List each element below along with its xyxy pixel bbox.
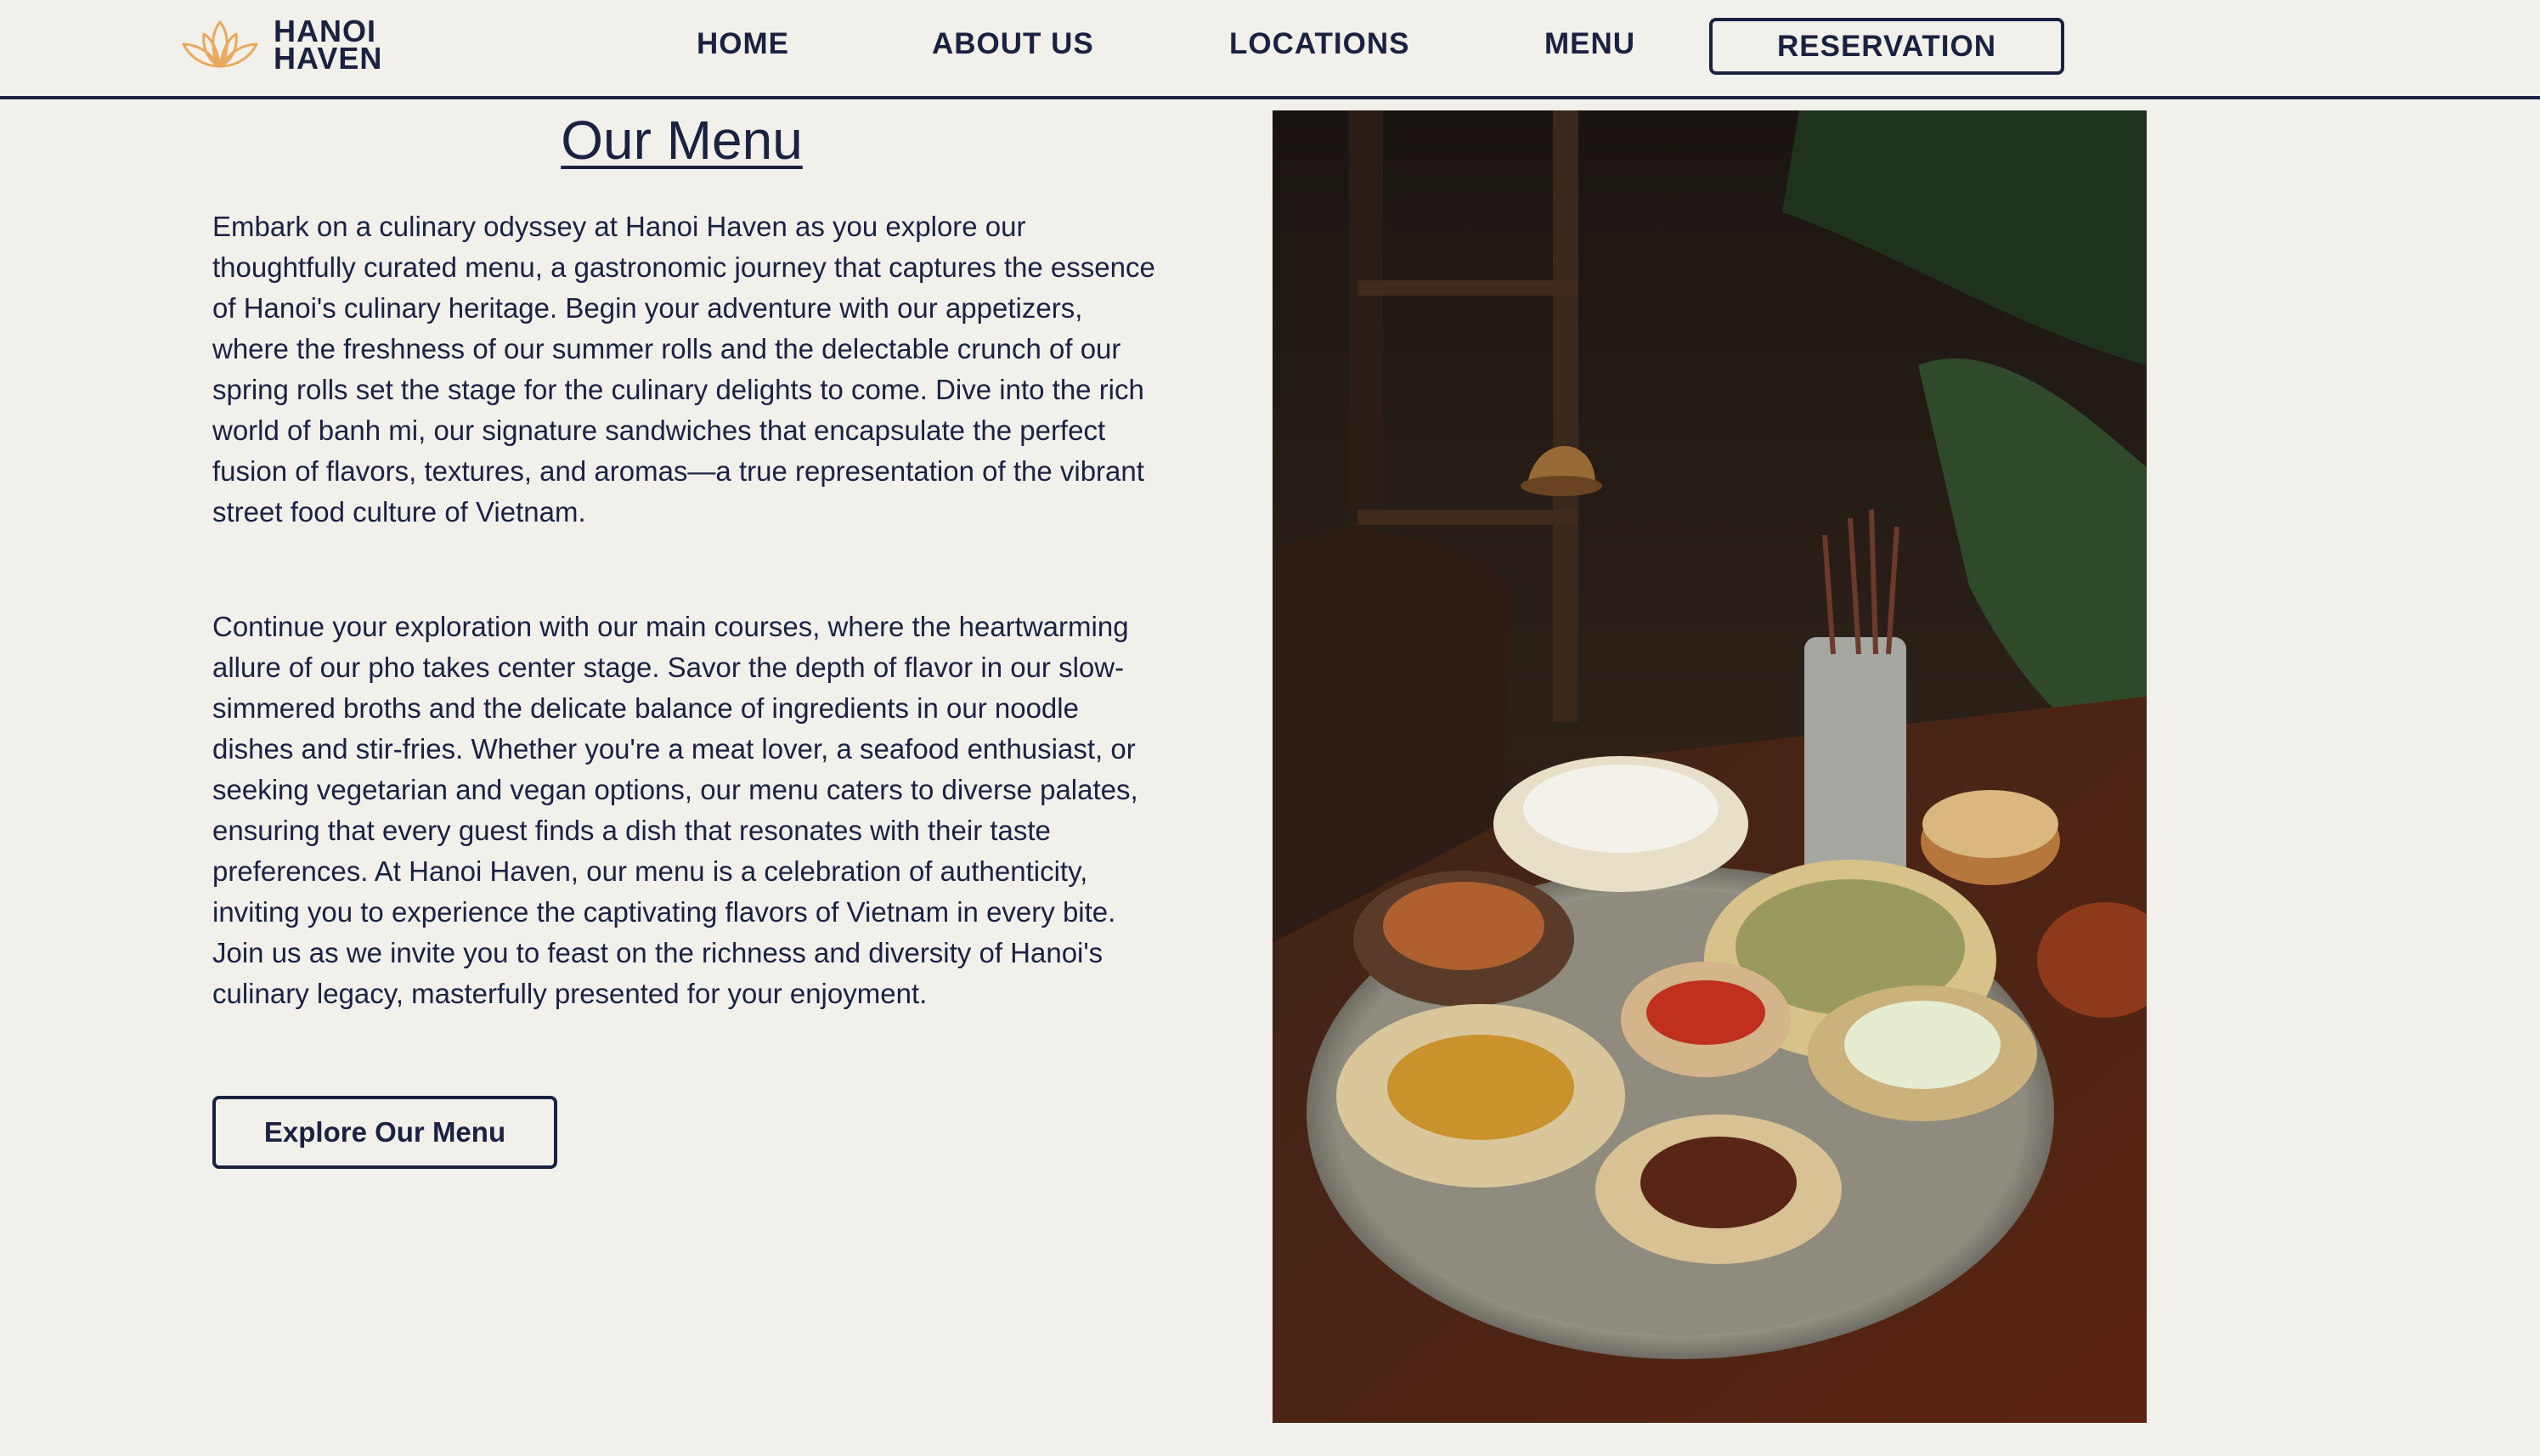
menu-intro-paragraph: Embark on a culinary odyssey at Hanoi Ha… (212, 211, 1155, 528)
menu-details-paragraph: Continue your exploration with our main … (212, 611, 1138, 1009)
nav-about-us[interactable]: ABOUT US (932, 27, 1094, 61)
reservation-button[interactable]: RESERVATION (1709, 18, 2064, 75)
nav-menu[interactable]: MENU (1544, 27, 1635, 61)
brand-name-line2: HAVEN (274, 41, 383, 76)
brand-logo[interactable]: HANOI HAVEN (178, 16, 383, 76)
lotus-icon (182, 20, 258, 68)
page-title: Our Menu (561, 110, 803, 171)
menu-feature-photo (1273, 110, 2147, 1423)
explore-menu-button[interactable]: Explore Our Menu (212, 1096, 557, 1169)
nav-locations[interactable]: LOCATIONS (1229, 27, 1410, 61)
site-header: HANOI HAVEN HOME ABOUT US LOCATIONS MENU… (0, 0, 2540, 99)
brand-name: HANOI HAVEN (274, 16, 383, 76)
nav-home[interactable]: HOME (697, 27, 789, 61)
